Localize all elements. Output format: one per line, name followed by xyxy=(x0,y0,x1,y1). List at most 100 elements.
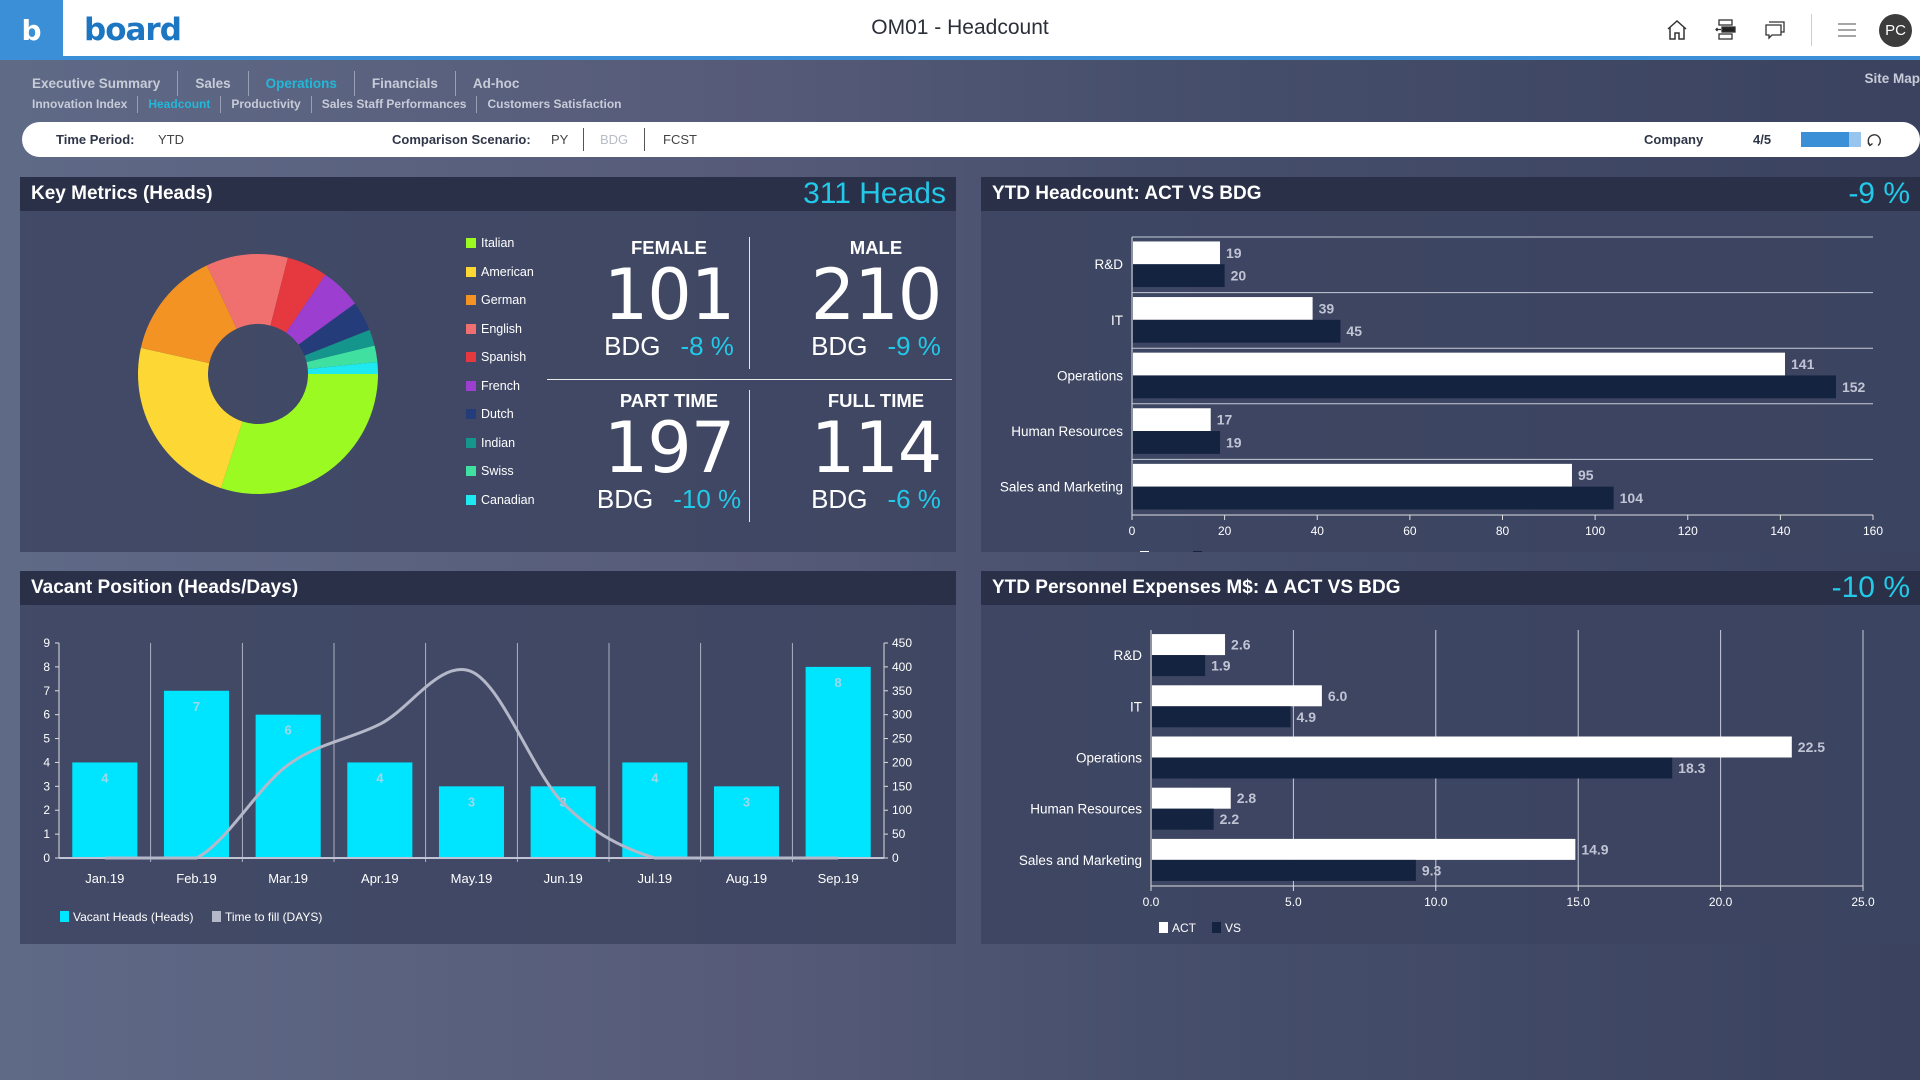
brand-mark[interactable]: b xyxy=(0,0,63,60)
y-tick-label: 0 xyxy=(43,851,50,865)
bar-vs[interactable] xyxy=(1152,706,1291,728)
x-tick-label: 80 xyxy=(1496,524,1510,538)
scenario-option-py[interactable]: PY xyxy=(551,132,568,147)
bar-vs[interactable] xyxy=(1133,486,1614,510)
donut-slice-italian[interactable] xyxy=(220,374,378,494)
board-logo[interactable]: board xyxy=(84,12,182,48)
x-tick-label: 0.0 xyxy=(1143,895,1160,909)
nav-sales[interactable]: Sales xyxy=(178,71,249,96)
y2-tick-label: 200 xyxy=(892,755,912,769)
legend-item-spanish[interactable]: Spanish xyxy=(466,350,526,364)
bar-vs[interactable] xyxy=(1133,264,1225,288)
legend-item-swiss[interactable]: Swiss xyxy=(466,464,514,478)
legend-label-act[interactable]: ACT xyxy=(1172,921,1197,935)
bar-vs[interactable] xyxy=(1152,808,1214,830)
page-title: OM01 - Headcount xyxy=(871,16,1049,39)
legend-item-canadian[interactable]: Canadian xyxy=(466,493,535,507)
legend-label-vs[interactable]: VS xyxy=(1206,550,1222,552)
subnav-headcount[interactable]: Headcount xyxy=(138,96,222,113)
nav-financials[interactable]: Financials xyxy=(355,71,456,96)
legend-label: Dutch xyxy=(481,407,514,421)
company-label: Company xyxy=(1644,132,1704,147)
menu-icon[interactable] xyxy=(1827,10,1867,50)
bar-vs[interactable] xyxy=(1133,375,1836,399)
vacant-position-panel: Vacant Position (Heads/Days) 01234567890… xyxy=(20,571,956,944)
x-tick-label: 20.0 xyxy=(1709,895,1733,909)
bar-act[interactable] xyxy=(1133,352,1786,376)
bar-act[interactable] xyxy=(1133,297,1313,320)
bar-value-label: 19 xyxy=(1226,245,1242,261)
legend-item-dutch[interactable]: Dutch xyxy=(466,407,514,421)
nav-executive-summary[interactable]: Executive Summary xyxy=(32,71,179,96)
screen-split-icon[interactable] xyxy=(1706,10,1746,50)
bar-act[interactable] xyxy=(1152,736,1792,758)
user-avatar[interactable]: PC xyxy=(1879,13,1912,47)
panel-header: Vacant Position (Heads/Days) xyxy=(20,571,956,605)
scenario-option-fcst[interactable]: FCST xyxy=(663,132,697,147)
refresh-icon[interactable] xyxy=(1865,131,1883,149)
x-tick-label: Jun.19 xyxy=(544,871,583,886)
bar-act[interactable] xyxy=(1133,408,1211,432)
subnav-innovation-index[interactable]: Innovation Index xyxy=(32,96,139,113)
legend-label-time-to-fill[interactable]: Time to fill (DAYS) xyxy=(225,910,322,924)
legend-swatch-act xyxy=(1159,922,1168,933)
legend-item-german[interactable]: German xyxy=(466,293,526,307)
legend-label: American xyxy=(481,264,534,279)
time-period-select[interactable]: YTD xyxy=(158,132,184,147)
kpi-value: 197 xyxy=(603,407,736,489)
scenario-option-bdg[interactable]: BDG xyxy=(600,132,628,147)
legend-item-french[interactable]: French xyxy=(466,379,520,393)
company-progress-fill xyxy=(1801,132,1849,147)
bar-value-label: 3 xyxy=(743,794,750,809)
bar-act[interactable] xyxy=(1152,787,1231,809)
bar-value-label: 17 xyxy=(1217,412,1233,428)
subnav-sales-staff-performances[interactable]: Sales Staff Performances xyxy=(312,96,478,113)
legend-item-english[interactable]: English xyxy=(466,322,522,336)
legend-label: Canadian xyxy=(481,492,535,507)
legend-item-indian[interactable]: Indian xyxy=(466,436,515,450)
bar-act[interactable] xyxy=(1152,838,1576,860)
bar-act[interactable] xyxy=(1152,634,1226,656)
legend-label-vs[interactable]: VS xyxy=(1225,921,1241,935)
legend-swatch-vs xyxy=(1212,922,1221,933)
bar-vs[interactable] xyxy=(1133,431,1220,454)
site-map-link[interactable]: Site Map xyxy=(1864,71,1920,86)
scenario-divider xyxy=(583,128,584,151)
bar-vs[interactable] xyxy=(1152,859,1416,881)
x-tick-label: 5.0 xyxy=(1285,895,1302,909)
expenses-panel: YTD Personnel Expenses M$: Δ ACT VS BDG … xyxy=(981,571,1920,944)
bar-act[interactable] xyxy=(1133,463,1572,487)
x-tick-label: Aug.19 xyxy=(726,871,767,886)
legend-label-act[interactable]: ACT xyxy=(1153,550,1178,552)
kpi-delta: -10 % xyxy=(673,484,742,514)
subnav-customers-satisfaction[interactable]: Customers Satisfaction xyxy=(477,96,631,113)
home-icon[interactable] xyxy=(1657,10,1697,50)
chat-icon[interactable] xyxy=(1755,10,1795,50)
x-tick-label: Feb.19 xyxy=(176,871,216,886)
bar-act[interactable] xyxy=(1133,241,1220,265)
bar-vacant-heads[interactable] xyxy=(163,690,230,858)
bar-value-label: 7 xyxy=(193,699,200,714)
company-progress-bar[interactable] xyxy=(1801,132,1861,147)
nav-operations[interactable]: Operations xyxy=(249,71,355,96)
legend-label: Indian xyxy=(481,435,516,450)
bar-value-label: 18.3 xyxy=(1678,760,1705,776)
bar-vacant-heads[interactable] xyxy=(805,666,871,858)
legend-item-american[interactable]: American xyxy=(466,265,534,279)
bar-vs[interactable] xyxy=(1133,319,1341,343)
legend-item-italian[interactable]: Italian xyxy=(466,236,514,250)
x-tick-label: May.19 xyxy=(451,871,493,886)
donut-slice-american[interactable] xyxy=(138,347,243,489)
x-tick-label: Sep.19 xyxy=(818,871,859,886)
bar-vs[interactable] xyxy=(1152,655,1206,677)
category-label: IT xyxy=(1130,699,1142,714)
brand-mark-letter: b xyxy=(21,13,42,47)
subnav-productivity[interactable]: Productivity xyxy=(221,96,312,113)
nav-ad-hoc[interactable]: Ad-hoc xyxy=(456,71,537,96)
legend-label-vacant-heads[interactable]: Vacant Heads (Heads) xyxy=(73,910,194,924)
time-period-label: Time Period: xyxy=(56,132,135,147)
x-tick-label: 120 xyxy=(1678,524,1698,538)
bar-vs[interactable] xyxy=(1152,757,1673,779)
x-tick-label: 0 xyxy=(1129,524,1136,538)
bar-act[interactable] xyxy=(1152,685,1322,707)
